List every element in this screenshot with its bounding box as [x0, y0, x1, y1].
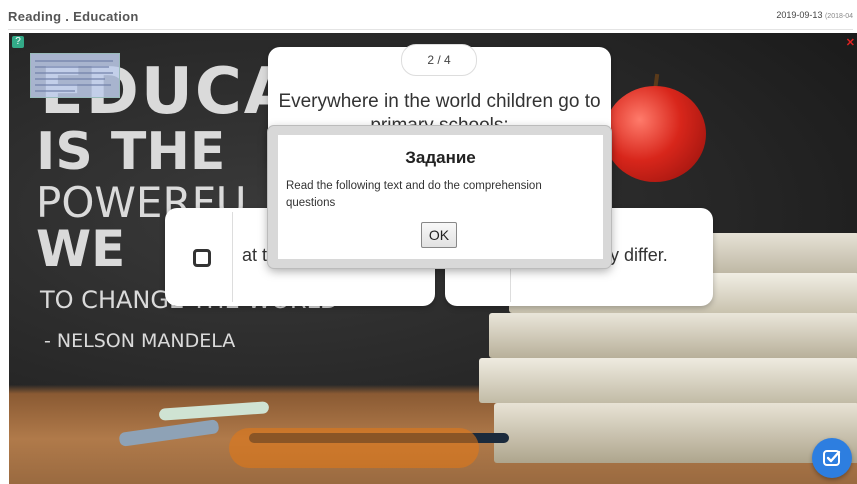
date-value: 2019-09-13 — [776, 10, 823, 20]
check-icon — [823, 450, 841, 466]
page-title: Reading . Education — [8, 9, 139, 24]
chalk-piece — [118, 419, 220, 447]
thumb-line — [35, 66, 109, 68]
top-divider — [8, 29, 853, 30]
ok-button[interactable]: OK — [421, 222, 457, 248]
question-counter: 2 / 4 — [401, 44, 477, 76]
orange-tray — [229, 428, 479, 468]
dialog-text: Read the following text and do the compr… — [286, 180, 542, 209]
thumb-line — [35, 60, 113, 62]
quote-line-2: IS THE — [36, 122, 226, 182]
book-stack-layer — [479, 358, 857, 403]
apple-image — [604, 86, 706, 182]
quote-line-4: WE — [36, 220, 126, 278]
text-thumbnail[interactable] — [30, 53, 120, 98]
answer-1-text: at t — [242, 245, 268, 265]
thumb-line — [35, 72, 113, 74]
dialog-title: Задание — [405, 148, 476, 167]
answer-checkbox[interactable] — [193, 249, 211, 267]
date-label: 2019-09-13 (2018-04 — [776, 10, 853, 20]
answer-divider — [232, 212, 233, 302]
date-extra: (2018-04 — [824, 13, 853, 20]
chalk-piece — [158, 401, 270, 421]
book-stack-layer — [494, 403, 857, 463]
thumb-line — [35, 84, 111, 86]
help-icon[interactable]: ? — [12, 36, 24, 48]
check-button[interactable] — [812, 438, 852, 478]
close-icon[interactable]: ✕ — [846, 36, 855, 49]
book-stack-layer — [489, 313, 857, 358]
thumb-line — [35, 90, 75, 92]
thumb-line — [35, 78, 105, 80]
top-bar: Reading . Education 2019-09-13 (2018-04 — [0, 0, 857, 34]
quote-author: - NELSON MANDELA — [44, 330, 236, 352]
